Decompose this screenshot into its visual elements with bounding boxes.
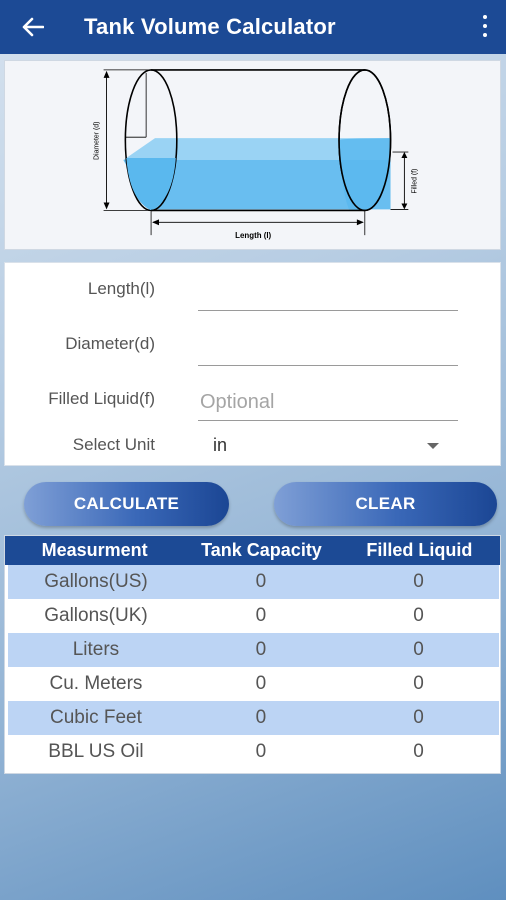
arrow-left-icon [22,17,44,37]
row-capacity: 0 [255,639,267,660]
header-filled-liquid: Filled Liquid [366,540,473,560]
tank-diagram: Diameter (d) Filled (f) Length (l) [4,60,501,250]
diameter-label-text: Diameter(d) [65,334,155,353]
dropdown-arrow-icon [427,443,439,449]
calculate-button[interactable]: CALCULATE [24,482,229,526]
table-header: Measurment Tank Capacity Filled Liquid [5,536,500,565]
app-bar: Tank Volume Calculator [0,0,506,54]
row-capacity: 0 [255,741,267,762]
input-form: Length(l) Diameter(d) Filled Liquid(f) S… [4,262,501,466]
header-measurement: Measurment [41,540,148,560]
row-filled: 0 [413,605,424,626]
row-filled: 0 [413,571,424,592]
clear-button[interactable]: CLEAR [274,482,497,526]
filled-label-text: Filled Liquid(f) [48,389,155,408]
table-row: Liters 0 0 [8,633,499,667]
length-label: Length (l) [235,231,271,240]
unit-row: Select Unit in [5,427,502,467]
row-capacity: 0 [255,571,267,592]
row-capacity: 0 [255,707,267,728]
table-row: Gallons(UK) 0 0 [8,599,499,633]
row-name: BBL US Oil [48,741,144,762]
unit-select[interactable] [198,427,458,467]
unit-select-value: in [213,435,228,455]
diameter-input[interactable] [198,326,458,366]
diameter-row: Diameter(d) [5,326,502,366]
length-input[interactable] [198,271,458,311]
filled-input[interactable] [198,381,458,421]
row-filled: 0 [413,673,424,694]
filled-label: Filled (f) [411,169,418,194]
row-filled: 0 [413,741,424,762]
back-button[interactable] [18,12,48,42]
row-name: Gallons(UK) [44,605,148,626]
table-row: Gallons(US) 0 0 [8,565,499,599]
row-name: Gallons(US) [44,571,148,592]
table-row: Cu. Meters 0 0 [8,667,499,701]
more-menu-icon[interactable] [478,12,492,40]
filled-row: Filled Liquid(f) [5,381,502,421]
row-capacity: 0 [255,605,267,626]
row-capacity: 0 [255,673,267,694]
header-tank-capacity: Tank Capacity [201,540,322,560]
row-filled: 0 [413,707,424,728]
page-title: Tank Volume Calculator [84,14,336,39]
length-label-text: Length(l) [87,279,155,298]
length-row: Length(l) [5,271,502,311]
row-name: Cubic Feet [50,707,142,728]
unit-label-text: Select Unit [72,435,155,454]
row-name: Cu. Meters [49,673,143,694]
table-row: Cubic Feet 0 0 [8,701,499,735]
row-name: Liters [72,639,120,660]
diameter-label: Diameter (d) [94,122,101,160]
results-table: Measurment Tank Capacity Filled Liquid G… [4,535,501,774]
row-filled: 0 [413,639,424,660]
table-row: BBL US Oil 0 0 [8,735,499,769]
